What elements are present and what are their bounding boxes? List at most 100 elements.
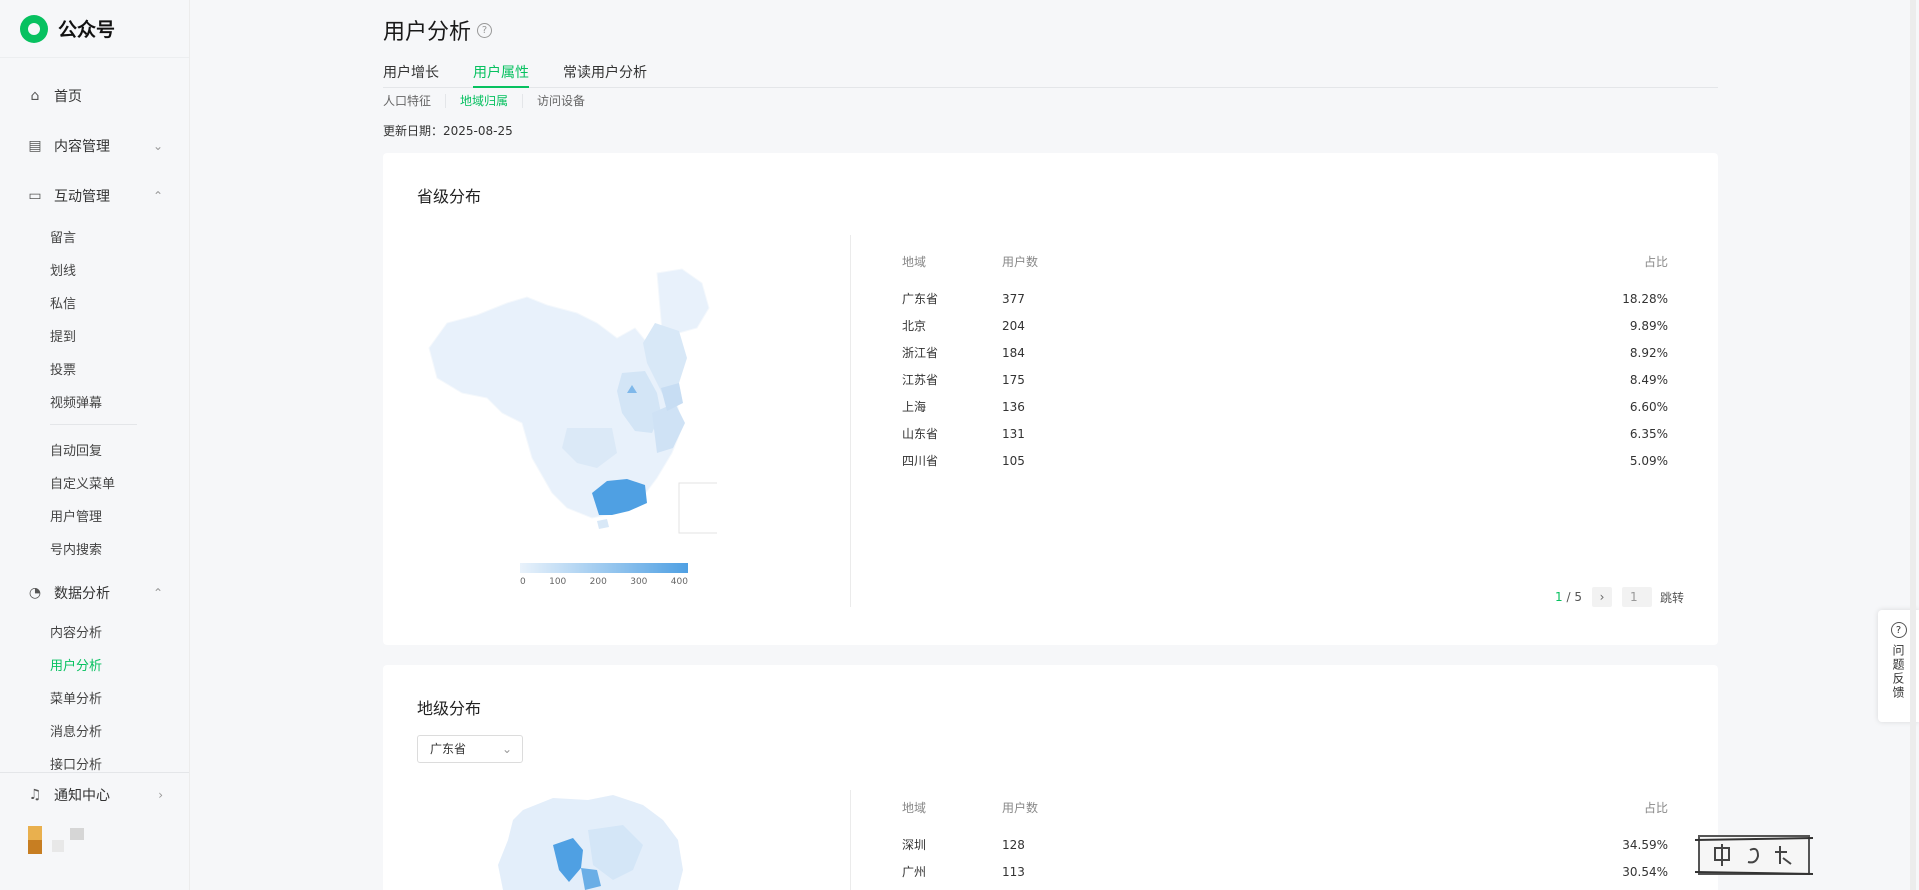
subtab-region[interactable]: 地域归属 — [460, 94, 524, 108]
card-divider — [850, 235, 851, 607]
sidebar-item-message-analysis[interactable]: 消息分析 — [0, 714, 189, 747]
cell-ratio: 8.49% — [1629, 372, 1668, 387]
guangdong-map[interactable] — [493, 790, 693, 890]
header-users: 用户数 — [1002, 255, 1039, 269]
cell-users: 128 — [1002, 837, 1025, 852]
chevron-up-icon: ⌃ — [152, 189, 163, 203]
china-map[interactable] — [417, 253, 717, 543]
cell-ratio: 6.60% — [1629, 399, 1668, 414]
sidebar-item-custom-menu[interactable]: 自定义菜单 — [0, 466, 189, 499]
sidebar-item-auto-reply[interactable]: 自动回复 — [0, 433, 189, 466]
nav-content-management[interactable]: ▤ 内容管理 ⌄ — [0, 124, 189, 168]
account-name-placeholder — [70, 828, 84, 840]
update-date-label: 更新日期： — [383, 124, 444, 138]
help-icon[interactable]: ? — [477, 22, 493, 38]
cell-region: 四川省 — [902, 454, 939, 468]
table-row: 山东省 131 6.35% — [902, 420, 1668, 447]
chevron-down-icon: ⌄ — [501, 742, 512, 756]
header-region: 地域 — [902, 801, 927, 815]
nav-home-label: 首页 — [54, 89, 82, 105]
subtab-devices[interactable]: 访问设备 — [537, 94, 599, 108]
sidebar-item-votes[interactable]: 投票 — [0, 352, 189, 385]
sidebar-divider — [50, 424, 137, 425]
sidebar-item-messages[interactable]: 私信 — [0, 286, 189, 319]
province-distribution-card: 省级分布 0 100 200 300 400 地域 用户数 占比 广东省 377… — [383, 153, 1718, 645]
chevron-up-icon: ⌃ — [152, 586, 163, 600]
legend-tick: 0 — [520, 577, 526, 587]
legend-tick: 300 — [630, 577, 648, 587]
tab-user-growth[interactable]: 用户增长 — [383, 62, 439, 88]
sidebar-item-menu-analysis[interactable]: 菜单分析 — [0, 681, 189, 714]
table-row: 广州 113 30.54% — [902, 858, 1668, 885]
sidebar-item-content-analysis[interactable]: 内容分析 — [0, 615, 189, 648]
nav-interaction-management[interactable]: ▭ 互动管理 ⌃ — [0, 174, 189, 218]
update-date-value: 2025-08-25 — [443, 124, 513, 138]
cell-users: 136 — [1002, 399, 1025, 414]
subtab-demographics[interactable]: 人口特征 — [383, 94, 447, 108]
legend-tick: 400 — [670, 577, 688, 587]
table-row: 广东省 377 18.28% — [902, 285, 1668, 312]
pager-next-button[interactable]: › — [1591, 587, 1612, 607]
table-header: 地域 用户数 占比 — [902, 253, 1668, 273]
nav-home[interactable]: ⌂ 首页 — [0, 74, 189, 118]
pager-page-input[interactable]: 1 — [1621, 587, 1652, 607]
app-logo[interactable]: 公众号 — [0, 0, 189, 58]
legend-tick: 200 — [589, 577, 607, 587]
account-name-placeholder — [52, 840, 64, 852]
table-row: 北京 204 9.89% — [902, 312, 1668, 339]
sidebar-footer: ♫ 通知中心 › — [0, 772, 189, 863]
city-table: 地域 用户数 占比 深圳 128 34.59% 广州 113 30.54% — [902, 799, 1668, 885]
cell-users: 377 — [1002, 291, 1025, 306]
table-header: 地域 用户数 占比 — [902, 799, 1668, 819]
sidebar-item-video-danmaku[interactable]: 视频弹幕 — [0, 385, 189, 418]
pie-chart-icon: ◔ — [28, 585, 42, 601]
cell-ratio: 6.35% — [1629, 426, 1668, 441]
feedback-label: 问题反馈 — [1891, 644, 1905, 700]
card-title: 地级分布 — [417, 699, 482, 718]
card-divider — [850, 790, 851, 890]
tab-frequent-readers[interactable]: 常读用户分析 — [563, 62, 647, 88]
scrollbar[interactable] — [1910, 0, 1916, 890]
province-select[interactable]: 广东省 ⌄ — [417, 735, 523, 763]
cell-region: 上海 — [902, 400, 927, 414]
home-icon: ⌂ — [30, 88, 40, 104]
south-china-sea-inset — [678, 482, 717, 534]
avatar — [28, 826, 42, 854]
cell-ratio: 34.59% — [1622, 837, 1668, 852]
sidebar-item-user-management[interactable]: 用户管理 — [0, 499, 189, 532]
cell-users: 105 — [1002, 453, 1025, 468]
chevron-right-icon: › — [158, 788, 163, 802]
table-row: 上海 136 6.60% — [902, 393, 1668, 420]
cell-ratio: 8.92% — [1629, 345, 1668, 360]
message-icon: ▭ — [28, 188, 42, 204]
tab-user-attributes[interactable]: 用户属性 — [473, 62, 529, 88]
header-users: 用户数 — [1002, 801, 1039, 815]
pager-jump-button[interactable]: 跳转 — [1660, 589, 1684, 606]
cell-users: 204 — [1002, 318, 1025, 333]
legend-color-bar — [520, 563, 688, 573]
table-row: 四川省 105 5.09% — [902, 447, 1668, 474]
sidebar-item-account-search[interactable]: 号内搜索 — [0, 532, 189, 565]
cell-region: 浙江省 — [902, 346, 939, 360]
account-avatar[interactable] — [0, 817, 189, 863]
sidebar-item-comments[interactable]: 留言 — [0, 220, 189, 253]
city-distribution-card: 地级分布 广东省 ⌄ 地域 用户数 占比 深圳 128 34.59% 广州 113 30… — [383, 665, 1718, 890]
bell-icon: ♫ — [28, 787, 42, 803]
document-icon: ▤ — [28, 138, 42, 154]
cell-ratio: 5.09% — [1629, 453, 1668, 468]
sidebar-item-user-analysis[interactable]: 用户分析 — [0, 648, 189, 681]
header-ratio: 占比 — [1643, 255, 1668, 269]
sidebar-item-highlights[interactable]: 划线 — [0, 253, 189, 286]
cell-ratio: 30.54% — [1622, 864, 1668, 879]
question-icon: ? — [1890, 622, 1907, 638]
nav-data-analysis[interactable]: ◔ 数据分析 ⌃ — [0, 571, 189, 615]
sidebar-item-mentions[interactable]: 提到 — [0, 319, 189, 352]
map-legend: 0 100 200 300 400 — [520, 563, 688, 587]
cell-users: 184 — [1002, 345, 1025, 360]
cell-region: 广州 — [902, 865, 927, 879]
nav-notifications[interactable]: ♫ 通知中心 › — [0, 773, 189, 817]
cell-region: 北京 — [902, 319, 927, 333]
watermark-stamp — [1695, 835, 1813, 875]
page-title-text: 用户分析 — [383, 20, 472, 45]
wechat-logo-icon — [20, 14, 48, 43]
